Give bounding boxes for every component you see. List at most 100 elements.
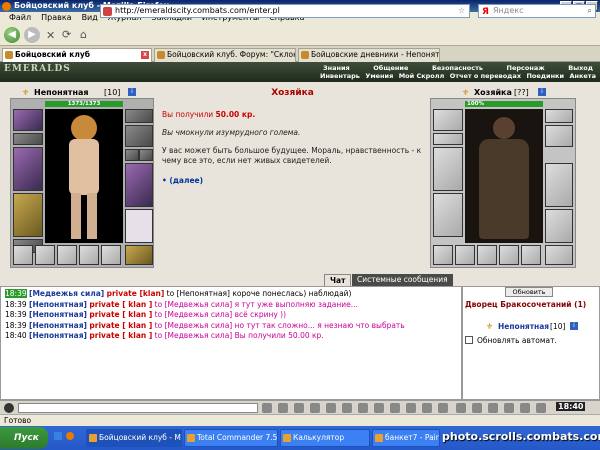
url-bar[interactable]: http://emeraldscity.combats.com/enter.pl… [100, 4, 470, 18]
taskbar-item-calculator[interactable]: Калькулятор [280, 429, 370, 447]
users-icon[interactable] [406, 403, 416, 413]
tab-favicon-icon [5, 51, 13, 59]
taskbar-item-firefox[interactable]: Бойцовский клуб - М... [86, 429, 182, 447]
bag-slot-4[interactable] [79, 245, 99, 265]
tab-diaries[interactable]: Бойцовские дневники - Непонятная [298, 48, 440, 62]
earring-slot[interactable] [125, 109, 153, 123]
ring-slot-2[interactable] [139, 149, 153, 161]
nav-duels[interactable]: Поединки [524, 72, 566, 81]
bag-slot-3[interactable] [57, 245, 77, 265]
nav-my-scroll[interactable]: Мой Скролл [397, 72, 447, 81]
search-box[interactable]: Я Яндекс ⌕ [478, 4, 596, 18]
tab-fight-club[interactable]: Бойцовский клуб x [2, 48, 152, 62]
next-link[interactable]: • (далее) [162, 176, 203, 186]
scroll-icon[interactable] [390, 403, 400, 413]
chat-nick[interactable]: [Медвежья сила] [29, 289, 104, 298]
chat-icon[interactable] [504, 403, 514, 413]
nav-transfer-report[interactable]: Отчет о переводах [448, 72, 523, 81]
bag-slot-5[interactable] [101, 245, 121, 265]
refresh-button[interactable]: Обновить [505, 287, 553, 297]
forward-icon[interactable]: ▶ [24, 27, 40, 43]
nav-exit[interactable]: Выход [565, 64, 596, 72]
nav-inventory[interactable]: Инвентарь [318, 72, 362, 81]
game-nav-bottom: Инвентарь Умения Мой Скролл Отчет о пере… [318, 72, 598, 81]
star-icon[interactable]: ☆ [458, 5, 465, 17]
start-button[interactable]: Пуск [0, 427, 48, 449]
send-icon[interactable] [262, 403, 272, 413]
game-nav-top: Знания Общение Безопасность Персонаж Вых… [320, 64, 596, 72]
reload-icon[interactable]: ⟳ [62, 28, 71, 41]
chat-nick[interactable]: [Непонятная] [29, 300, 87, 309]
info-icon[interactable]: i [128, 88, 136, 96]
nav-skills[interactable]: Умения [363, 72, 395, 81]
chat-target[interactable]: [Медвежья сила] [165, 331, 233, 340]
search-icon[interactable]: ⌕ [588, 5, 592, 17]
nav-character[interactable]: Персонаж [504, 64, 548, 72]
filter-icon[interactable] [310, 403, 320, 413]
emote-icon[interactable] [4, 403, 14, 413]
nav-knowledge[interactable]: Знания [320, 64, 353, 72]
map-icon[interactable] [422, 403, 432, 413]
weapon-slot[interactable] [13, 147, 43, 191]
player-name[interactable]: Непонятная [34, 88, 89, 97]
help-icon[interactable] [536, 403, 546, 413]
menu-view[interactable]: Вид [77, 12, 103, 24]
settings-icon[interactable] [374, 403, 384, 413]
info-icon[interactable]: i [538, 88, 546, 96]
amulet-slot[interactable] [13, 133, 43, 145]
quicklaunch-firefox-icon[interactable] [66, 432, 74, 440]
clear-icon[interactable] [278, 403, 288, 413]
menu-edit[interactable]: Правка [36, 12, 76, 24]
member-name[interactable]: Непонятная [498, 322, 549, 331]
npc-equipment-panel: 100% [430, 98, 576, 268]
task-label: банкет7 - Paint [385, 433, 440, 442]
quest-icon[interactable] [488, 403, 498, 413]
chat-target[interactable]: [Медвежья сила] [165, 321, 233, 330]
helmet-slot[interactable] [13, 109, 43, 131]
smile-icon[interactable] [294, 403, 304, 413]
nav-communication[interactable]: Общение [370, 64, 411, 72]
bag-icon[interactable] [456, 403, 466, 413]
tab-forum[interactable]: Бойцовский клуб. Форум: "Склонки" [154, 48, 296, 62]
chat-target[interactable]: [Медвежья сила] [165, 310, 233, 319]
stop-icon[interactable]: ✕ [46, 29, 55, 42]
info-icon[interactable]: i [570, 322, 578, 330]
bracer-slot[interactable] [125, 125, 153, 147]
chat-nick[interactable]: [Непонятная] [29, 321, 87, 330]
chat-target[interactable]: [Непонятная] [177, 289, 230, 298]
nav-profile[interactable]: Анкета [567, 72, 598, 81]
translit-icon[interactable] [326, 403, 336, 413]
ring-slot-1[interactable] [125, 149, 139, 161]
npc-helmet-slot [433, 109, 463, 131]
chat-time: 18:39 [5, 299, 27, 309]
menu-file[interactable]: Файл [4, 12, 36, 24]
armor-slot[interactable] [13, 193, 43, 237]
pet-slot[interactable] [125, 209, 153, 243]
book-icon[interactable] [438, 403, 448, 413]
back-icon[interactable]: ◀ [4, 27, 20, 43]
offhand-slot[interactable] [125, 163, 153, 207]
nav-security[interactable]: Безопасность [429, 64, 486, 72]
mail-icon[interactable] [472, 403, 482, 413]
tab-bar: Бойцовский клуб x Бойцовский клуб. Форум… [0, 46, 600, 62]
chat-target[interactable]: [Медвежья сила] [165, 300, 233, 309]
home-icon[interactable]: ⌂ [80, 28, 87, 41]
taskbar-item-totalcmd[interactable]: Total Commander 7.55 -... [184, 429, 278, 447]
tab-system-messages[interactable]: Системные сообщения [352, 274, 453, 286]
tab-chat[interactable]: Чат [324, 274, 352, 286]
npc-name[interactable]: Хозяйка [474, 88, 512, 97]
close-tab-icon[interactable]: x [141, 51, 149, 59]
url-text: http://emeraldscity.combats.com/enter.pl [115, 6, 280, 15]
bag-slot-1[interactable] [13, 245, 33, 265]
chat-nick[interactable]: [Непонятная] [29, 331, 87, 340]
quicklaunch-ie-icon[interactable] [54, 432, 62, 440]
chat-input[interactable] [18, 403, 258, 413]
auto-refresh-checkbox[interactable] [465, 336, 473, 344]
chat-nick[interactable]: [Непонятная] [29, 310, 87, 319]
bag-slot-2[interactable] [35, 245, 55, 265]
sound-icon[interactable] [358, 403, 368, 413]
font-icon[interactable] [342, 403, 352, 413]
taskbar-item-paint[interactable]: банкет7 - Paint [372, 429, 440, 447]
boots-slot[interactable] [125, 245, 153, 265]
clan-icon[interactable] [520, 403, 530, 413]
